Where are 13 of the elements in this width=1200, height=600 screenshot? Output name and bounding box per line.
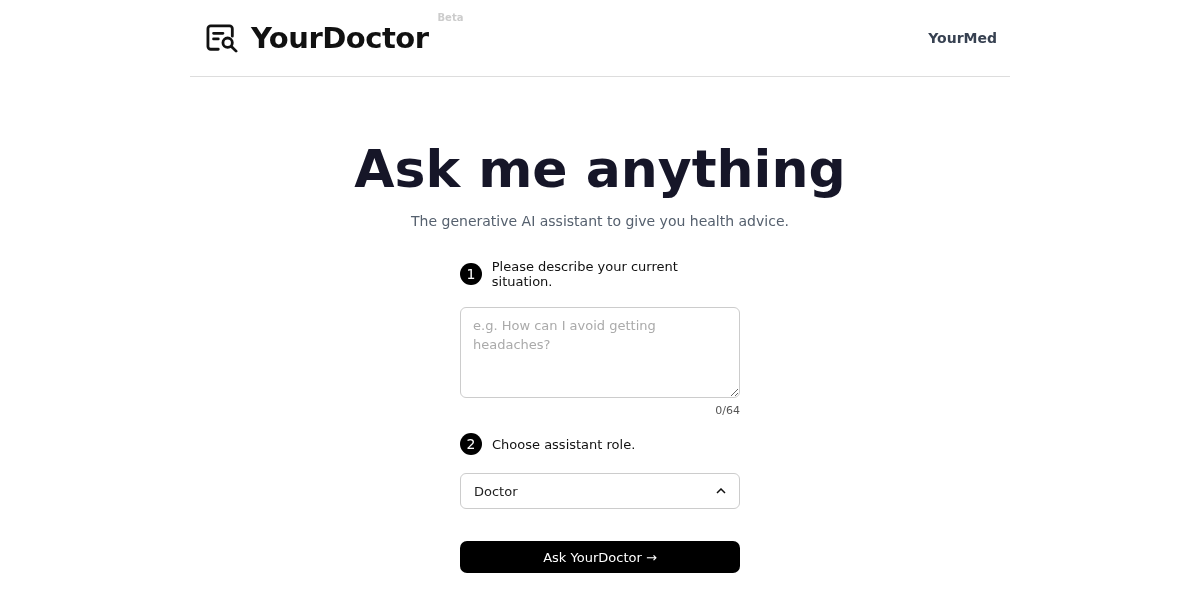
role-dropdown[interactable]: Doctor (460, 473, 740, 509)
character-counter: 0/64 (715, 404, 740, 417)
nav-link[interactable]: YourMed (928, 30, 997, 46)
step-label: Please describe your current situation. (491, 259, 679, 289)
step-number: 2 (460, 433, 482, 455)
logo-icon (205, 23, 239, 53)
step-label: Choose assistant role. (492, 436, 636, 452)
step-number: 1 (460, 263, 482, 285)
logo-text[interactable]: YourDoctor (251, 21, 429, 55)
page-title: Ask me anything (354, 139, 846, 199)
subtitle: The generative AI assistant to give you health advice. (411, 213, 789, 229)
question-field[interactable]: e.g. How can I avoid getting headaches? (460, 307, 740, 398)
ask-button[interactable]: Ask YourDoctor → (460, 541, 740, 573)
